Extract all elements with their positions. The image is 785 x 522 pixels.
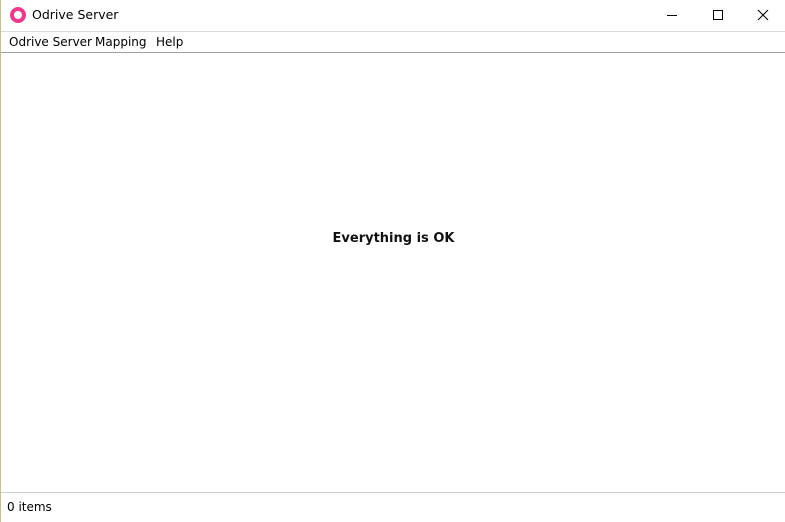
- maximize-button[interactable]: [695, 0, 741, 30]
- minimize-button[interactable]: [649, 0, 695, 30]
- window-title: Odrive Server: [32, 7, 119, 22]
- status-bar: 0 items: [1, 492, 785, 522]
- menu-help[interactable]: Help: [156, 35, 183, 50]
- items-count: 0 items: [7, 500, 52, 514]
- status-message: Everything is OK: [332, 231, 455, 246]
- main-content: Everything is OK: [2, 53, 785, 492]
- menu-bar: Odrive Server Mapping Help: [1, 31, 785, 53]
- app-window: Odrive Server Odrive Server Mapping Help…: [0, 0, 785, 522]
- app-ring-icon: [10, 7, 26, 23]
- minimize-icon: [667, 15, 677, 16]
- menu-odrive-server[interactable]: Odrive Server: [9, 35, 92, 50]
- maximize-icon: [713, 10, 723, 20]
- menu-mapping[interactable]: Mapping: [95, 35, 147, 50]
- close-icon: [757, 9, 769, 21]
- title-bar[interactable]: Odrive Server: [1, 0, 785, 31]
- close-button[interactable]: [740, 0, 785, 30]
